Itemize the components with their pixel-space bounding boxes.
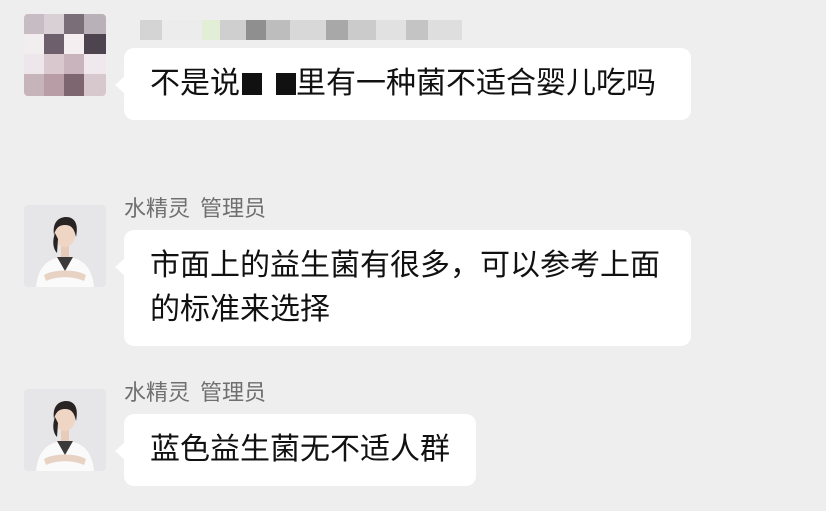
admin-avatar-icon <box>24 205 106 287</box>
message-text-part: 里有一种菌不适合婴儿吃吗 <box>296 66 656 101</box>
message-bubble[interactable]: 不是说 里有一种菌不适合婴儿吃吗 <box>115 48 691 120</box>
message-text: 市面上的益生菌有很多，可以参考上面的标准来选择 <box>150 248 660 327</box>
admin-role-label: 管理员 <box>200 197 267 222</box>
sender-name-row: 水精灵 管理员 <box>124 196 266 224</box>
message-bubble[interactable]: 市面上的益生菌有很多，可以参考上面的标准来选择 <box>115 230 691 346</box>
admin-role-label: 管理员 <box>200 381 267 406</box>
admin-avatar[interactable] <box>24 389 106 471</box>
message-bubble[interactable]: 蓝色益生菌无不适人群 <box>115 414 476 486</box>
redacted-block <box>242 73 262 95</box>
user-avatar[interactable] <box>24 14 106 96</box>
sender-name[interactable]: 水精灵 <box>124 197 190 222</box>
admin-avatar[interactable] <box>24 205 106 287</box>
sender-name-row: 水精灵 管理员 <box>124 380 266 408</box>
blurred-sender-name <box>140 20 462 42</box>
message-text-part: 不是说 <box>150 66 240 101</box>
sender-name[interactable]: 水精灵 <box>124 381 190 406</box>
chat-history: 不是说 里有一种菌不适合婴儿吃吗 水精灵 管理员 市面上的益生菌有很多，可以参考上面… <box>0 0 826 511</box>
pixelated-avatar-icon <box>24 14 106 96</box>
admin-avatar-icon <box>24 389 106 471</box>
message-text: 蓝色益生菌无不适人群 <box>150 432 450 467</box>
redacted-block <box>276 73 296 95</box>
